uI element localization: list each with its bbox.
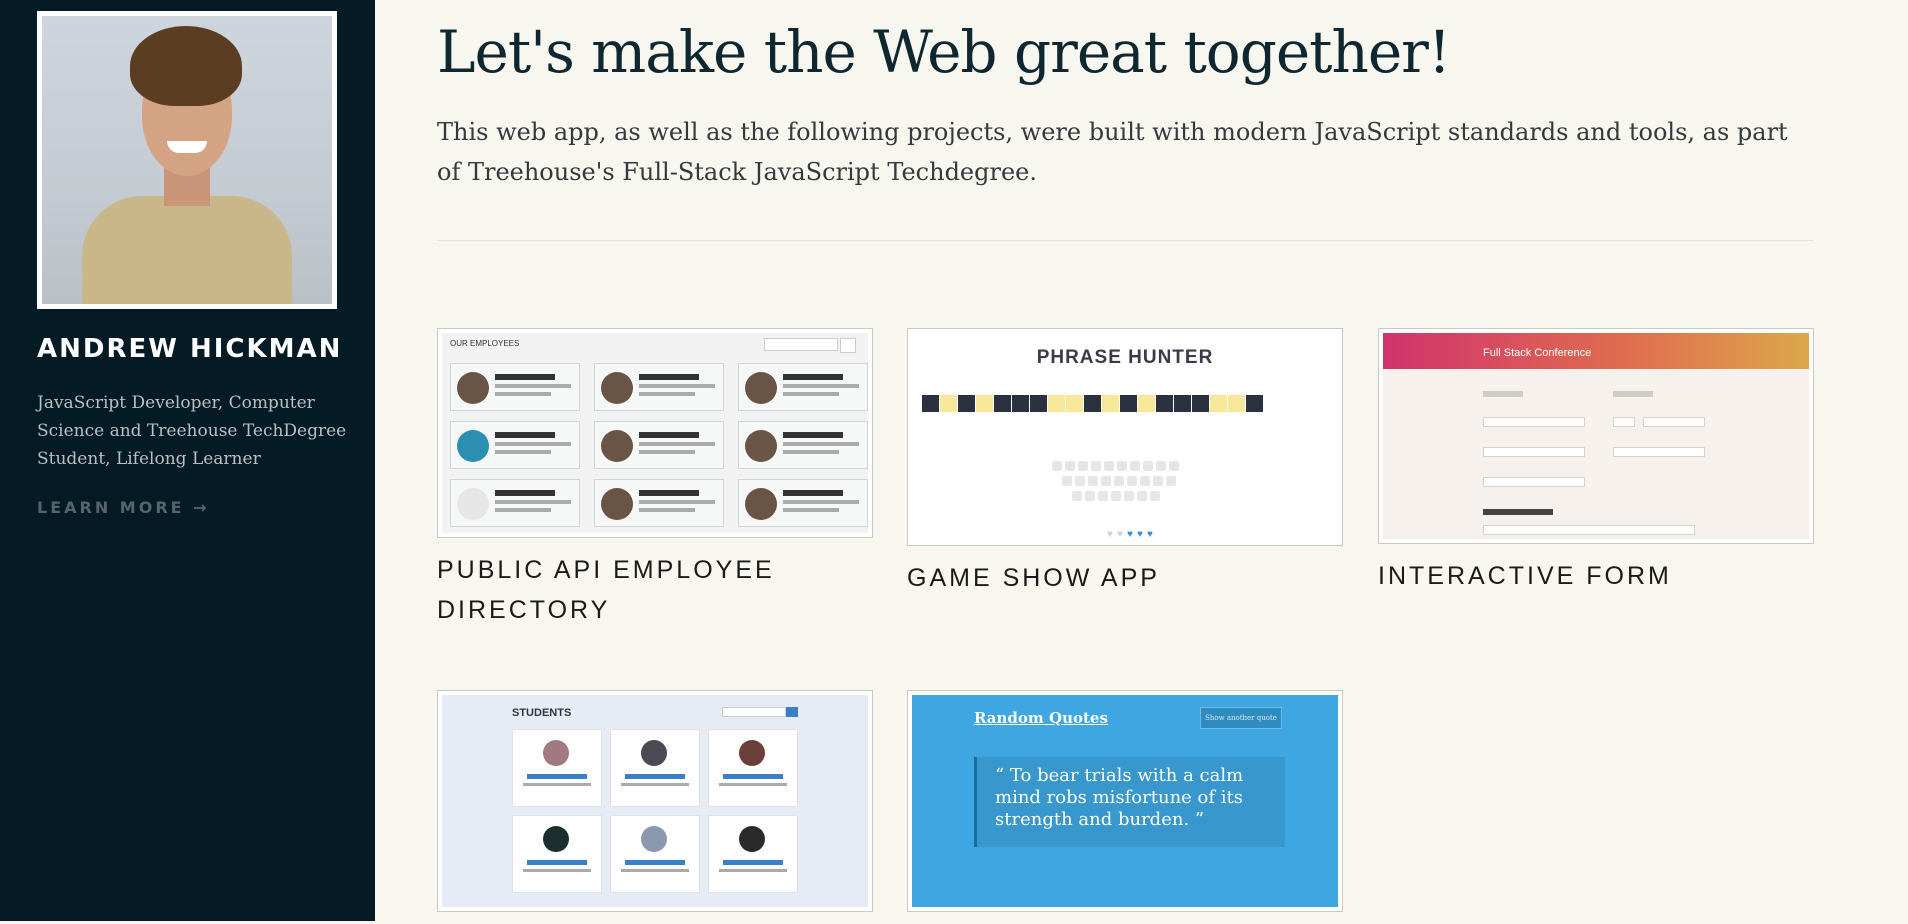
thumb-header-band <box>1383 333 1809 369</box>
phrase-letter-tile <box>922 395 939 412</box>
thumb-header: Random Quotes <box>974 709 1108 727</box>
keyboard-key <box>1117 461 1127 471</box>
project-card-students: STUDENTS <box>437 690 873 924</box>
phrase-letter-tile <box>994 395 1011 412</box>
thumb-quote-text: “ To bear trials with a calm mind robs m… <box>995 765 1244 830</box>
phrase-letter-tile <box>1156 395 1173 412</box>
keyboard-key <box>1130 461 1140 471</box>
project-thumbnail-students[interactable]: STUDENTS <box>437 690 873 912</box>
project-thumbnail-random-quotes[interactable]: Random Quotes Show another quote “ To be… <box>907 690 1343 912</box>
project-caption-employee-directory: PUBLIC API EMPLOYEE DIRECTORY <box>437 556 775 624</box>
project-thumbnail-interactive-form[interactable]: Full Stack Conference <box>1378 328 1814 544</box>
project-card-employee-directory: OUR EMPLOYEES PUBLIC API EMPLOYEE DIRECT… <box>437 328 873 630</box>
thumb-quote-box: “ To bear trials with a calm mind robs m… <box>974 757 1285 847</box>
keyboard-key <box>1078 461 1088 471</box>
keyboard-key <box>1104 461 1114 471</box>
heart-icon: ♥ <box>1147 529 1153 540</box>
heart-icon: ♥ <box>1117 529 1123 540</box>
keyboard-key <box>1072 491 1082 501</box>
phrase-letter-tile <box>958 395 975 412</box>
avatar <box>37 11 337 309</box>
thumb-header: PHRASE HUNTER <box>1036 347 1214 368</box>
keyboard-key <box>1101 476 1111 486</box>
heart-icon: ♥ <box>1127 529 1133 540</box>
phrase-letter-tile <box>1228 395 1245 412</box>
phrase-letter-tile <box>1048 395 1065 412</box>
heart-icon: ♥ <box>1107 529 1113 540</box>
keyboard-key <box>1088 476 1098 486</box>
profile-bio: JavaScript Developer, Computer Science a… <box>37 393 347 469</box>
thumb-header: OUR EMPLOYEES <box>450 339 520 348</box>
thumb-search-box <box>764 338 838 351</box>
project-card-game-show: PHRASE HUNTER ♥ ♥ ♥ ♥ ♥ GAME SHOW APP <box>907 328 1343 598</box>
keyboard-key <box>1166 476 1176 486</box>
keyboard-key <box>1111 491 1121 501</box>
keyboard-key <box>1085 491 1095 501</box>
keyboard-key <box>1124 491 1134 501</box>
phrase-letter-tile <box>976 395 993 412</box>
keyboard-key <box>1153 476 1163 486</box>
keyboard-key <box>1062 476 1072 486</box>
keyboard-key <box>1150 491 1160 501</box>
thumb-search-icon <box>840 338 856 353</box>
phrase-letter-tile <box>1012 395 1029 412</box>
keyboard-key <box>1140 476 1150 486</box>
keyboard-key <box>1143 461 1153 471</box>
keyboard-key <box>1169 461 1179 471</box>
profile-name: ANDREW HICKMAN <box>37 334 343 364</box>
project-thumbnail-employee-directory[interactable]: OUR EMPLOYEES <box>437 328 873 538</box>
phrase-letter-tile <box>1210 395 1227 412</box>
project-card-interactive-form: Full Stack Conference INTERACTIVE FORM <box>1378 328 1814 596</box>
phrase-letter-tile <box>1246 395 1263 412</box>
keyboard-key <box>1114 476 1124 486</box>
project-thumbnail-game-show[interactable]: PHRASE HUNTER ♥ ♥ ♥ ♥ ♥ <box>907 328 1343 546</box>
divider <box>437 240 1813 241</box>
phrase-letter-tile <box>1066 395 1083 412</box>
phrase-letter-tile <box>1084 395 1101 412</box>
phrase-letter-tile <box>1138 395 1155 412</box>
phrase-letter-tile <box>1192 395 1209 412</box>
keyboard-key <box>1098 491 1108 501</box>
page-title: Let's make the Web great together! <box>437 18 1451 86</box>
keyboard-key <box>1052 461 1062 471</box>
project-caption-interactive-form: INTERACTIVE FORM <box>1378 562 1672 590</box>
keyboard-key <box>1127 476 1137 486</box>
phrase-letter-tile <box>1030 395 1047 412</box>
keyboard-key <box>1091 461 1101 471</box>
keyboard-key <box>1075 476 1085 486</box>
project-card-random-quotes: Random Quotes Show another quote “ To be… <box>907 690 1343 924</box>
sidebar: ANDREW HICKMAN JavaScript Developer, Com… <box>0 0 375 921</box>
keyboard-key <box>1137 491 1147 501</box>
phrase-letter-tile <box>1120 395 1137 412</box>
intro-text: This web app, as well as the following p… <box>437 118 1788 186</box>
thumb-quote-button: Show another quote <box>1200 707 1282 729</box>
phrase-letter-tile <box>1102 395 1119 412</box>
thumb-header: STUDENTS <box>512 707 572 719</box>
project-caption-game-show: GAME SHOW APP <box>907 564 1160 592</box>
phrase-letter-tile <box>1174 395 1191 412</box>
keyboard-key <box>1156 461 1166 471</box>
phrase-letter-tile <box>940 395 957 412</box>
profile-photo <box>42 16 332 304</box>
keyboard-key <box>1065 461 1075 471</box>
heart-icon: ♥ <box>1137 529 1143 540</box>
learn-more-link[interactable]: LEARN MORE → <box>37 498 210 517</box>
thumb-header: Full Stack Conference <box>1483 347 1592 359</box>
